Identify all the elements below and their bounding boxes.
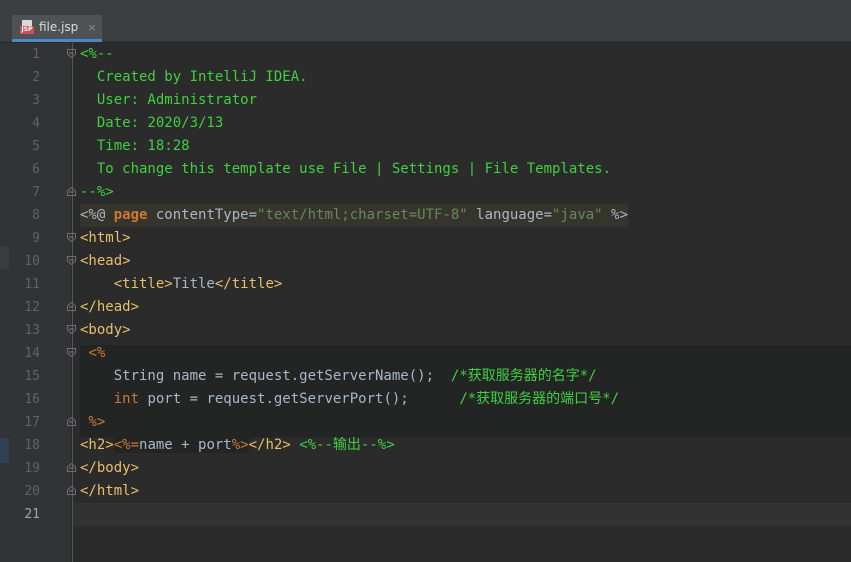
code-line: 20 </html> bbox=[24, 480, 851, 503]
tab-label: file.jsp bbox=[39, 20, 79, 34]
line-number: 3 bbox=[32, 93, 40, 108]
line-number: 21 bbox=[24, 507, 40, 522]
line-number: 1 bbox=[32, 47, 40, 62]
code-line: 16 int port = request.getServerPort(); /… bbox=[24, 388, 851, 411]
code-line: 19 </body> bbox=[24, 457, 851, 480]
code-line: 8 <%@ page contentType="text/html;charse… bbox=[32, 204, 851, 227]
fold-start-icon[interactable] bbox=[67, 233, 76, 242]
line-number: 13 bbox=[24, 323, 40, 338]
code-line: 3 User: Administrator bbox=[32, 89, 851, 112]
line-number: 20 bbox=[24, 484, 40, 499]
code-line: 18 <h2><%=name + port%></h2> <%--输出--%> bbox=[24, 434, 851, 457]
code-line: 6 To change this template use File | Set… bbox=[32, 158, 851, 181]
line-number: 5 bbox=[32, 139, 40, 154]
line-number: 19 bbox=[24, 461, 40, 476]
code-line: 12 </head> bbox=[24, 296, 851, 319]
window-top-bar bbox=[0, 0, 851, 16]
line-number: 4 bbox=[32, 116, 40, 131]
editor-tab-bar: JSP file.jsp × bbox=[0, 15, 851, 42]
fold-end-icon[interactable] bbox=[67, 463, 76, 472]
line-number: 18 bbox=[24, 438, 40, 453]
line-number: 14 bbox=[24, 346, 40, 361]
line-number: 7 bbox=[32, 185, 40, 200]
fold-end-icon[interactable] bbox=[67, 486, 76, 495]
line-number: 17 bbox=[24, 415, 40, 430]
fold-end-icon[interactable] bbox=[67, 302, 76, 311]
tab-file-jsp[interactable]: JSP file.jsp × bbox=[12, 15, 102, 42]
close-icon[interactable]: × bbox=[87, 21, 96, 34]
jsp-file-icon: JSP bbox=[20, 20, 34, 34]
fold-start-icon[interactable] bbox=[67, 256, 76, 265]
fold-end-icon[interactable] bbox=[67, 187, 76, 196]
fold-end-icon[interactable] bbox=[67, 417, 76, 426]
line-number: 12 bbox=[24, 300, 40, 315]
line-number: 11 bbox=[24, 277, 40, 292]
code-line: 17 %> bbox=[24, 411, 851, 434]
line-number: 2 bbox=[32, 70, 40, 85]
fold-start-icon[interactable] bbox=[67, 348, 76, 357]
code-editor[interactable]: 1 <%-- 2 Created by IntelliJ IDEA. 3 Use… bbox=[24, 43, 851, 562]
line-number: 10 bbox=[24, 254, 40, 269]
code-line: 14 <% bbox=[24, 342, 851, 365]
line-number: 15 bbox=[24, 369, 40, 384]
current-code-line: 21 bbox=[24, 503, 851, 526]
code-line: 15 String name = request.getServerName()… bbox=[24, 365, 851, 388]
code-line: 4 Date: 2020/3/13 bbox=[32, 112, 851, 135]
code-line: 10 <head> bbox=[24, 250, 851, 273]
fold-start-icon[interactable] bbox=[67, 325, 76, 334]
code-line: 9 <html> bbox=[32, 227, 851, 250]
line-number: 9 bbox=[32, 231, 40, 246]
code-line: 1 <%-- bbox=[32, 43, 851, 66]
line-number: 6 bbox=[32, 162, 40, 177]
line-number: 8 bbox=[32, 208, 40, 223]
code-line: 5 Time: 18:28 bbox=[32, 135, 851, 158]
code-line: 13 <body> bbox=[24, 319, 851, 342]
code-line: 2 Created by IntelliJ IDEA. bbox=[32, 66, 851, 89]
fold-start-icon[interactable] bbox=[67, 49, 76, 58]
code-line: 11 <title>Title</title> bbox=[24, 273, 851, 296]
line-number: 16 bbox=[24, 392, 40, 407]
code-line: 7 --%> bbox=[32, 181, 851, 204]
